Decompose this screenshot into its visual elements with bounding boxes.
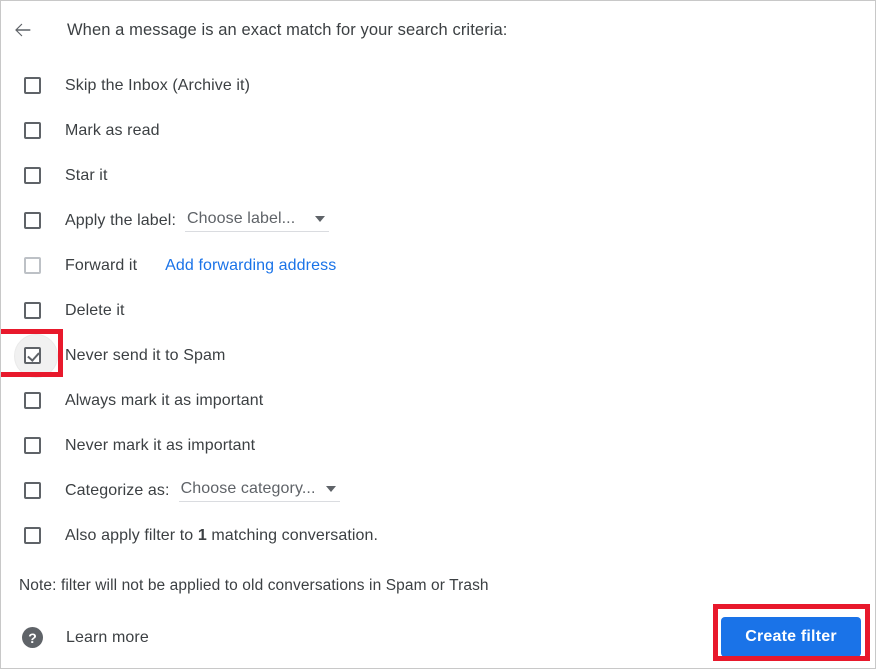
option-row-never-important[interactable]: Never mark it as important [1,423,875,468]
filter-note-text: Note: filter will not be applied to old … [19,577,489,594]
checkbox-also-apply-filter[interactable] [24,527,41,544]
checkbox-delete-it[interactable] [24,302,41,319]
panel-header: When a message is an exact match for you… [1,13,507,47]
option-row-star-it[interactable]: Star it [1,153,875,198]
checkbox-apply-label[interactable] [24,212,41,229]
checkbox-never-send-to-spam[interactable] [24,347,41,364]
chevron-down-icon [315,215,326,222]
page-title: When a message is an exact match for you… [67,20,508,39]
gmail-filter-actions-panel: When a message is an exact match for you… [0,0,876,669]
chevron-down-icon [325,485,336,492]
option-label-always-important: Always mark it as important [65,391,264,409]
option-label-delete-it: Delete it [65,301,125,319]
option-row-always-important[interactable]: Always mark it as important [1,378,875,423]
option-label-never-important: Never mark it as important [65,436,256,454]
checkbox-always-important[interactable] [24,392,41,409]
option-row-never-send-to-spam[interactable]: Never send it to Spam [1,333,875,378]
learn-more-link[interactable]: Learn more [66,629,149,647]
help-circle-icon[interactable]: ? [22,627,43,648]
option-row-skip-inbox[interactable]: Skip the Inbox (Archive it) [1,63,875,108]
also-apply-suffix: matching conversation. [206,526,379,544]
option-row-delete-it[interactable]: Delete it [1,288,875,333]
filter-actions-list: Skip the Inbox (Archive it) Mark as read… [1,63,875,558]
checkbox-categorize-as[interactable] [24,482,41,499]
add-forwarding-address-link[interactable]: Add forwarding address [165,257,336,275]
label-select-dropdown[interactable]: Choose label... [185,209,330,232]
checkbox-never-important[interactable] [24,437,41,454]
option-label-star-it: Star it [65,166,108,184]
also-apply-prefix: Also apply filter to [65,526,198,544]
matching-conversation-count: 1 [197,526,207,544]
option-label-skip-inbox: Skip the Inbox (Archive it) [65,76,250,94]
checkbox-skip-inbox[interactable] [24,77,41,94]
option-label-never-send-to-spam: Never send it to Spam [65,346,226,364]
checkbox-mark-as-read[interactable] [24,122,41,139]
panel-footer: ? Learn more Create filter [1,606,875,668]
checkbox-forward-it[interactable] [24,257,41,274]
label-select-value: Choose label... [187,209,296,227]
category-select-value: Choose category... [180,479,316,497]
category-select-dropdown[interactable]: Choose category... [178,479,340,502]
back-arrow-icon[interactable] [1,13,45,47]
option-row-forward-it[interactable]: Forward it Add forwarding address [1,243,875,288]
option-row-apply-label[interactable]: Apply the label: Choose label... [1,198,875,243]
option-label-categorize-as: Categorize as: [65,481,170,499]
option-label-also-apply-filter: Also apply filter to 1 matching conversa… [65,527,378,545]
checkbox-star-it[interactable] [24,167,41,184]
option-label-apply-label: Apply the label: [65,211,177,229]
option-label-forward-it: Forward it [65,256,138,274]
option-label-mark-as-read: Mark as read [65,121,160,139]
option-row-also-apply-filter[interactable]: Also apply filter to 1 matching conversa… [1,513,875,558]
option-row-categorize-as[interactable]: Categorize as: Choose category... [1,468,875,513]
option-row-mark-as-read[interactable]: Mark as read [1,108,875,153]
create-filter-button[interactable]: Create filter [721,617,861,657]
